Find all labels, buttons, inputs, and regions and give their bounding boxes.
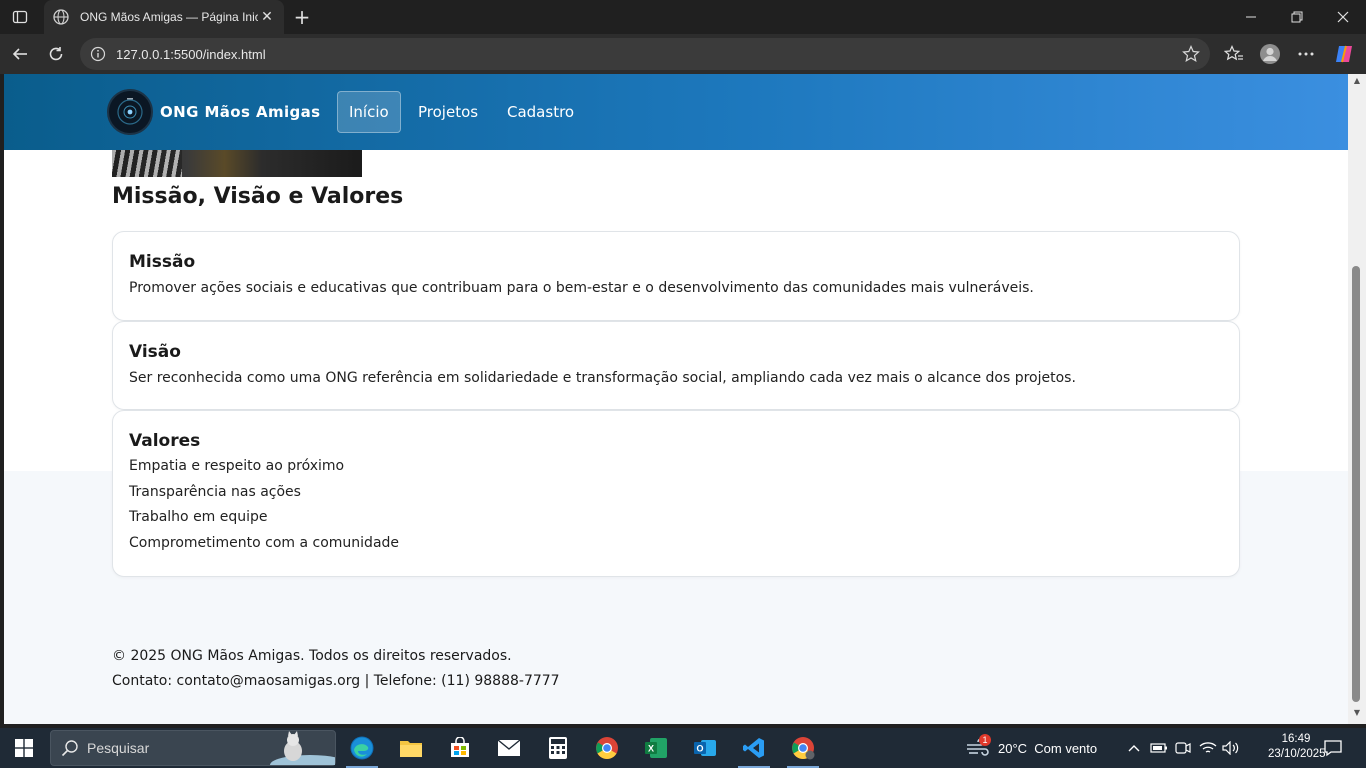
outlook-icon[interactable]: O bbox=[681, 728, 729, 768]
refresh-icon[interactable] bbox=[42, 40, 70, 68]
vscode-icon[interactable] bbox=[730, 728, 778, 768]
valores-card: Valores Empatia e respeito ao próximo Tr… bbox=[112, 410, 1240, 577]
weather-widget[interactable]: 1 20°C Com vento bbox=[966, 728, 1097, 768]
list-item: Comprometimento com a comunidade bbox=[129, 535, 400, 552]
list-item: Transparência nas ações bbox=[129, 483, 301, 500]
search-highlight-art bbox=[265, 731, 335, 765]
clock-date: 23/10/2025 bbox=[1268, 748, 1326, 760]
site-info-icon[interactable] bbox=[90, 46, 106, 62]
valores-list: Empatia e respeito ao próximo Transparên… bbox=[129, 454, 1223, 557]
store-icon[interactable] bbox=[436, 728, 484, 768]
minimize-icon[interactable] bbox=[1228, 0, 1274, 34]
chrome-icon[interactable] bbox=[583, 728, 631, 768]
battery-icon[interactable] bbox=[1150, 728, 1168, 768]
nav-inicio[interactable]: Início bbox=[337, 91, 401, 133]
favorite-star-icon[interactable] bbox=[1182, 45, 1200, 63]
page-scrollbar[interactable]: ▲ ▼ bbox=[1348, 74, 1366, 724]
close-tab-icon[interactable]: ✕ bbox=[258, 8, 276, 26]
visao-text: Ser reconhecida como uma ONG referência … bbox=[129, 370, 1076, 386]
volume-icon[interactable] bbox=[1222, 728, 1240, 768]
svg-text:X: X bbox=[648, 744, 654, 754]
list-item: Trabalho em equipe bbox=[129, 509, 268, 526]
missao-card: Missão Promover ações sociais e educativ… bbox=[112, 231, 1240, 321]
taskbar-clock[interactable]: 16:49 23/10/2025 bbox=[1268, 732, 1326, 762]
browser-tab-bar: ONG Mãos Amigas — Página Inicial ✕ + bbox=[0, 0, 1366, 34]
copilot-icon[interactable] bbox=[1330, 40, 1358, 68]
taskbar-search[interactable]: Pesquisar bbox=[50, 730, 336, 766]
missao-title: Missão bbox=[129, 252, 196, 272]
brand-name[interactable]: ONG Mãos Amigas bbox=[160, 103, 321, 121]
show-hidden-icons[interactable] bbox=[1127, 728, 1141, 768]
notifications-icon[interactable] bbox=[1324, 728, 1342, 768]
browser-tab[interactable]: ONG Mãos Amigas — Página Inicial ✕ bbox=[44, 0, 284, 34]
search-icon bbox=[61, 740, 78, 757]
excel-icon[interactable]: X bbox=[632, 728, 680, 768]
nav-projetos[interactable]: Projetos bbox=[407, 91, 489, 133]
section-title: Missão, Visão e Valores bbox=[112, 184, 404, 209]
weather-text: 20°C Com vento bbox=[998, 740, 1098, 756]
address-bar[interactable]: 127.0.0.1:5500/index.html bbox=[80, 38, 1210, 70]
new-tab-icon[interactable]: + bbox=[290, 5, 314, 29]
site-header: ONG Mãos Amigas Início Projetos Cadastro bbox=[4, 74, 1348, 150]
file-explorer-icon[interactable] bbox=[387, 728, 435, 768]
weather-wind-icon: 1 bbox=[966, 734, 992, 759]
more-options-icon[interactable] bbox=[1292, 40, 1320, 68]
edge-icon[interactable] bbox=[338, 728, 386, 768]
missao-text: Promover ações sociais e educativas que … bbox=[129, 280, 1034, 296]
svg-text:O: O bbox=[696, 744, 703, 754]
weather-badge: 1 bbox=[979, 734, 991, 746]
tab-title: ONG Mãos Amigas — Página Inicial bbox=[80, 10, 258, 24]
favorites-icon[interactable] bbox=[1220, 40, 1248, 68]
calculator-icon[interactable] bbox=[534, 728, 582, 768]
windows-start-icon[interactable] bbox=[0, 728, 48, 768]
meet-now-icon[interactable] bbox=[1175, 728, 1191, 768]
clock-time: 16:49 bbox=[1281, 733, 1311, 745]
globe-icon bbox=[53, 9, 69, 25]
footer-contact: Contato: contato@maosamigas.org | Telefo… bbox=[112, 673, 560, 689]
profile-avatar-icon[interactable] bbox=[1256, 40, 1284, 68]
footer-copyright: © 2025 ONG Mãos Amigas. Todos os direito… bbox=[112, 648, 512, 664]
visao-title: Visão bbox=[129, 342, 181, 362]
page-viewport: ONG Mãos Amigas Início Projetos Cadastro… bbox=[4, 74, 1348, 724]
windows-taskbar: Pesquisar X O 1 20°C Com vento 16:49 23/… bbox=[0, 728, 1366, 768]
restore-icon[interactable] bbox=[1274, 0, 1320, 34]
ong-logo[interactable] bbox=[107, 89, 153, 135]
scroll-down-arrow-icon[interactable]: ▼ bbox=[1352, 708, 1362, 718]
list-item: Empatia e respeito ao próximo bbox=[129, 458, 345, 474]
url-text: 127.0.0.1:5500/index.html bbox=[116, 46, 266, 62]
scroll-up-arrow-icon[interactable]: ▲ bbox=[1352, 76, 1362, 86]
scrollbar-thumb[interactable] bbox=[1352, 266, 1360, 702]
chrome-alt-icon[interactable] bbox=[779, 728, 827, 768]
valores-title: Valores bbox=[129, 431, 201, 451]
mail-icon[interactable] bbox=[485, 728, 533, 768]
visao-card: Visão Ser reconhecida como uma ONG refer… bbox=[112, 321, 1240, 410]
hero-image bbox=[112, 150, 362, 177]
nav-cadastro[interactable]: Cadastro bbox=[496, 91, 585, 133]
close-window-icon[interactable] bbox=[1320, 0, 1366, 34]
back-icon[interactable] bbox=[6, 40, 34, 68]
browser-toolbar: 127.0.0.1:5500/index.html bbox=[0, 34, 1366, 74]
tab-actions-icon[interactable] bbox=[8, 5, 32, 29]
site-footer: © 2025 ONG Mãos Amigas. Todos os direito… bbox=[112, 644, 560, 694]
search-placeholder: Pesquisar bbox=[87, 740, 150, 756]
wifi-icon[interactable] bbox=[1199, 728, 1217, 768]
